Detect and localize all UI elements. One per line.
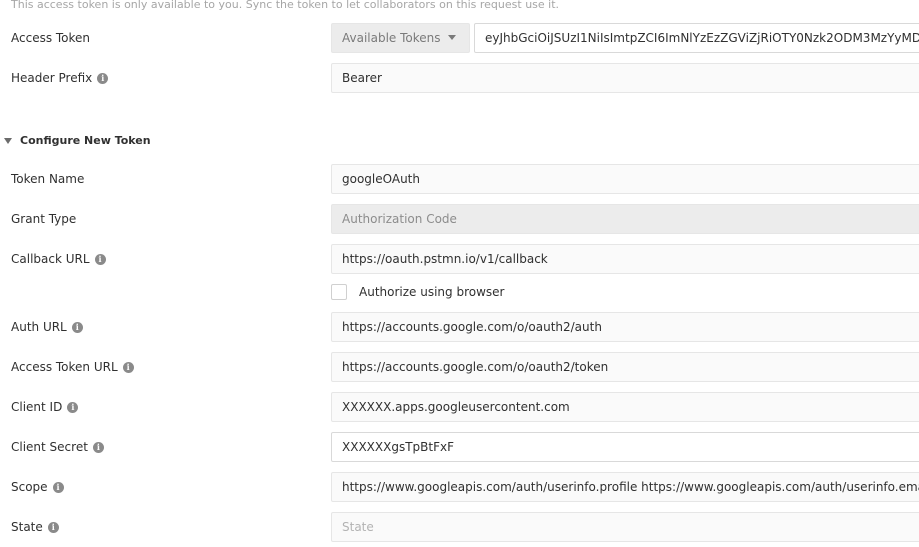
caret-down-icon (448, 35, 456, 40)
info-icon[interactable]: i (52, 481, 64, 493)
token-name-input[interactable]: googleOAuth (331, 164, 919, 194)
info-icon[interactable]: i (67, 401, 79, 413)
token-name-value: googleOAuth (342, 172, 420, 186)
info-icon[interactable]: i (71, 321, 83, 333)
access-token-label-text: Access Token (11, 31, 91, 45)
token-name-label-text: Token Name (11, 172, 85, 186)
scope-label-text: Scope (11, 480, 48, 494)
scope-label: Scope i (11, 479, 64, 495)
configure-new-token-title: Configure New Token (20, 134, 151, 147)
grant-type-label: Grant Type (11, 211, 76, 227)
info-icon[interactable]: i (94, 253, 106, 265)
auth-url-label-text: Auth URL (11, 320, 67, 334)
state-label: State i (11, 519, 59, 535)
client-id-label: Client ID i (11, 399, 79, 415)
info-icon[interactable]: i (97, 72, 109, 84)
state-input[interactable]: State (331, 512, 919, 542)
grant-type-label-text: Grant Type (11, 212, 77, 226)
callback-url-input[interactable]: https://oauth.pstmn.io/v1/callback (331, 244, 919, 274)
access-token-label: Access Token (11, 30, 90, 46)
token-availability-note: This access token is only available to y… (11, 0, 560, 11)
state-placeholder: State (342, 520, 374, 534)
auth-url-label: Auth URL i (11, 319, 83, 335)
client-id-value: XXXXXX.apps.googleusercontent.com (342, 400, 570, 414)
available-tokens-dropdown[interactable]: Available Tokens (331, 23, 470, 53)
collapse-caret-icon (4, 137, 12, 144)
client-id-input[interactable]: XXXXXX.apps.googleusercontent.com (331, 392, 919, 422)
callback-url-label-text: Callback URL (11, 252, 90, 266)
access-token-url-label: Access Token URL i (11, 359, 134, 375)
access-token-url-value: https://accounts.google.com/o/oauth2/tok… (342, 360, 609, 374)
header-prefix-label-text: Header Prefix (11, 71, 93, 85)
callback-url-label: Callback URL i (11, 251, 106, 267)
client-secret-label-text: Client Secret (11, 440, 88, 454)
info-icon[interactable]: i (122, 361, 134, 373)
auth-url-input[interactable]: https://accounts.google.com/o/oauth2/aut… (331, 312, 919, 342)
scope-value: https://www.googleapis.com/auth/userinfo… (342, 480, 919, 494)
client-id-label-text: Client ID (11, 400, 63, 414)
authorize-browser-checkbox[interactable] (331, 284, 347, 300)
configure-new-token-toggle[interactable]: Configure New Token (4, 134, 151, 147)
access-token-url-label-text: Access Token URL (11, 360, 118, 374)
access-token-value: eyJhbGciOiJSUzI1NiIsImtpZCI6ImNlYzEzZGVi… (485, 31, 919, 45)
callback-url-value: https://oauth.pstmn.io/v1/callback (342, 252, 548, 266)
access-token-url-input[interactable]: https://accounts.google.com/o/oauth2/tok… (331, 352, 919, 382)
grant-type-select[interactable]: Authorization Code (331, 204, 919, 234)
client-secret-input[interactable]: XXXXXXgsTpBtFxF (331, 432, 919, 462)
client-secret-value: XXXXXXgsTpBtFxF (342, 440, 454, 454)
grant-type-value: Authorization Code (342, 212, 457, 226)
state-label-text: State (11, 520, 43, 534)
client-secret-label: Client Secret i (11, 439, 104, 455)
header-prefix-value: Bearer (342, 71, 382, 85)
authorize-browser-label[interactable]: Authorize using browser (359, 285, 504, 299)
header-prefix-label: Header Prefix i (11, 70, 109, 86)
info-icon[interactable]: i (92, 441, 104, 453)
scope-input[interactable]: https://www.googleapis.com/auth/userinfo… (331, 472, 919, 502)
info-icon[interactable]: i (47, 521, 59, 533)
header-prefix-input[interactable]: Bearer (331, 63, 919, 93)
access-token-input[interactable]: eyJhbGciOiJSUzI1NiIsImtpZCI6ImNlYzEzZGVi… (474, 23, 919, 53)
available-tokens-dropdown-label: Available Tokens (342, 31, 441, 45)
token-name-label: Token Name (11, 171, 84, 187)
auth-url-value: https://accounts.google.com/o/oauth2/aut… (342, 320, 602, 334)
